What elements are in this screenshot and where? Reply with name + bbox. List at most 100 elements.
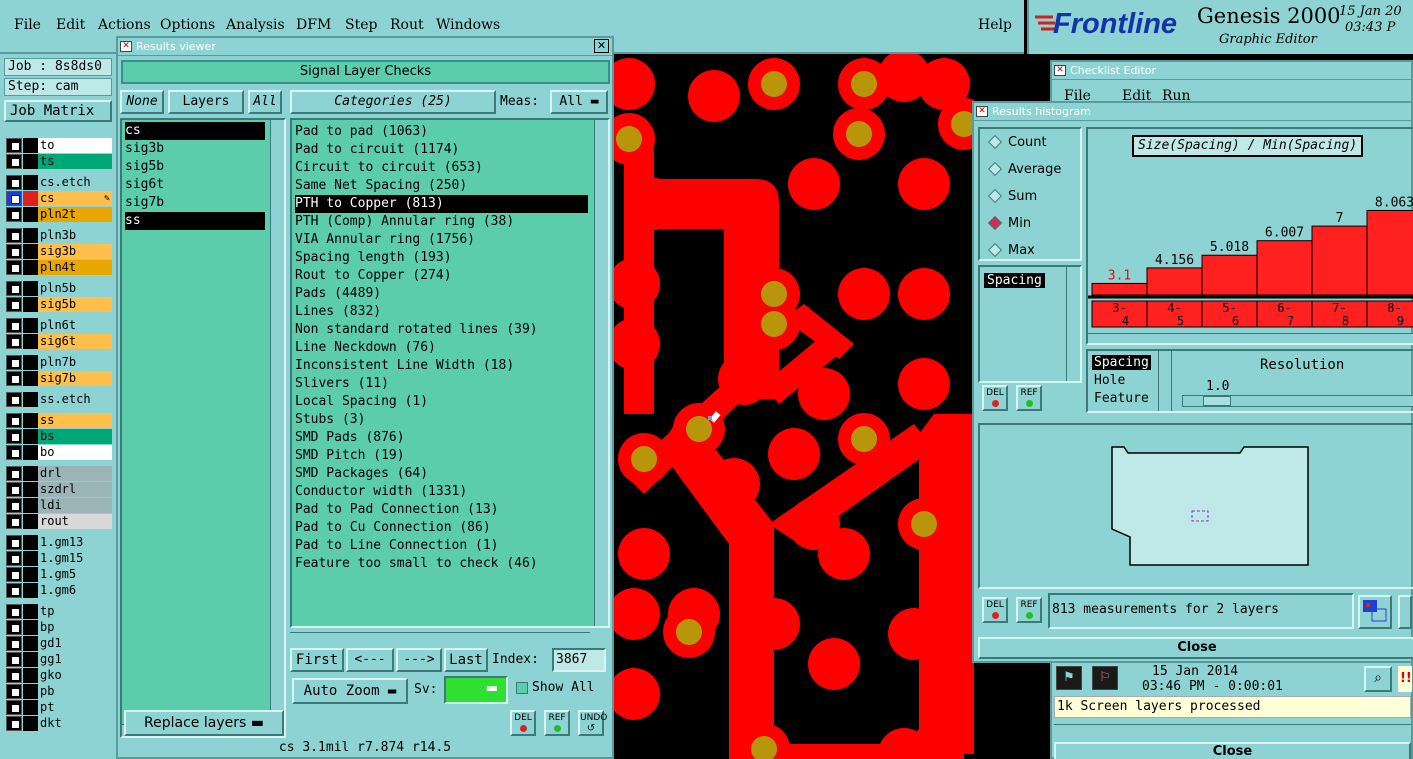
prev-button[interactable]: <--- [346, 648, 394, 672]
results-layer-item[interactable]: sig5b [125, 158, 164, 176]
pcb-pad[interactable] [898, 268, 950, 320]
layers-button[interactable]: Layers [168, 90, 244, 114]
categories-button[interactable]: Categories (25) [290, 90, 496, 114]
mode-radio-max[interactable]: Max [987, 242, 1035, 258]
histogram-list-scrollbar[interactable] [1066, 267, 1080, 381]
category-item[interactable]: Spacing length (193) [295, 249, 452, 267]
layer-row[interactable]: gko [6, 668, 112, 683]
layer-work-checkbox[interactable] [23, 583, 38, 598]
first-button[interactable]: First [290, 648, 344, 672]
checklist-titlebar[interactable]: ✕ Checklist Editor [1052, 62, 1411, 80]
layer-affected-checkbox[interactable] [6, 334, 22, 349]
layer-affected-checkbox[interactable] [6, 668, 22, 683]
severity-color-dropdown[interactable]: ▬ [444, 676, 508, 704]
layer-work-checkbox[interactable] [23, 297, 38, 312]
layer-work-checkbox[interactable] [23, 482, 38, 497]
layer-affected-checkbox[interactable] [6, 583, 22, 598]
layer-affected-checkbox[interactable] [6, 138, 22, 153]
pcb-pad[interactable] [818, 528, 870, 580]
category-item[interactable]: VIA Annular ring (1756) [295, 231, 475, 249]
category-item[interactable]: Local Spacing (1) [295, 393, 428, 411]
layer-work-checkbox[interactable] [23, 604, 38, 619]
category-item[interactable]: Feature too small to check (46) [295, 555, 538, 573]
layer-work-checkbox[interactable] [23, 567, 38, 582]
category-item[interactable]: Pad to pad (1063) [295, 123, 428, 141]
layer-work-checkbox[interactable] [23, 138, 38, 153]
layer-affected-checkbox[interactable] [6, 551, 22, 566]
layer-work-checkbox[interactable] [23, 716, 38, 731]
layer-affected-checkbox[interactable] [6, 260, 22, 275]
close-icon[interactable]: ✕ [594, 39, 609, 53]
category-item[interactable]: Pads (4489) [295, 285, 381, 303]
layer-work-checkbox[interactable] [23, 535, 38, 550]
layer-row[interactable]: bs [6, 429, 112, 444]
histogram-bar[interactable] [1311, 225, 1368, 296]
layer-work-checkbox[interactable] [23, 244, 38, 259]
pcb-pad[interactable] [788, 158, 840, 210]
layer-work-checkbox[interactable] [23, 260, 38, 275]
layer-list-scrollbar[interactable] [270, 120, 284, 722]
categories-list[interactable]: Pad to pad (1063) Pad to circuit (1174) Ci… [290, 118, 610, 628]
category-item[interactable]: PTH to Copper (813) [295, 195, 588, 213]
board-preview[interactable] [978, 423, 1413, 589]
layer-work-checkbox[interactable] [23, 334, 38, 349]
layer-affected-checkbox[interactable] [6, 514, 22, 529]
categories-scrollbar[interactable] [594, 120, 608, 626]
zoom-to-result-icon[interactable] [1358, 595, 1392, 629]
category-item[interactable]: PTH (Comp) Annular ring (38) [295, 213, 514, 231]
category-item[interactable]: Line Neckdown (76) [295, 339, 436, 357]
show-all-checkbox[interactable] [516, 682, 528, 694]
layer-affected-checkbox[interactable] [6, 371, 22, 386]
mode-radio-sum[interactable]: Sum [987, 188, 1037, 204]
menu-actions[interactable]: Actions [98, 17, 151, 33]
layer-row[interactable]: to [6, 138, 112, 153]
layer-row[interactable]: rout [6, 514, 112, 529]
layer-work-checkbox[interactable] [23, 154, 38, 169]
pcb-pad[interactable] [798, 368, 850, 420]
pcb-view[interactable] [614, 54, 974, 759]
menu-file[interactable]: File [14, 17, 41, 33]
layer-affected-checkbox[interactable] [6, 191, 22, 206]
layer-work-checkbox[interactable] [23, 551, 38, 566]
chart-hscrollbar[interactable] [1088, 333, 1413, 343]
layer-row[interactable]: sig7b [6, 371, 112, 386]
category-item[interactable]: Pad to Cu Connection (86) [295, 519, 491, 537]
histogram-bar[interactable] [1201, 254, 1258, 296]
layer-affected-checkbox[interactable] [6, 636, 22, 651]
histogram-close-button[interactable]: Close [978, 637, 1413, 659]
last-button[interactable]: Last [444, 648, 488, 672]
window-menu-icon[interactable]: ✕ [976, 106, 988, 117]
auto-zoom-dropdown[interactable]: Auto Zoom ▬ [292, 678, 408, 704]
layer-work-checkbox[interactable] [23, 281, 38, 296]
layer-affected-checkbox[interactable] [6, 535, 22, 550]
layer-affected-checkbox[interactable] [6, 175, 22, 190]
replace-layers-dropdown[interactable]: Replace layers ▬ [124, 710, 284, 736]
window-menu-icon[interactable]: ✕ [1054, 65, 1066, 76]
layer-work-checkbox[interactable] [23, 175, 38, 190]
layer-affected-checkbox[interactable] [6, 567, 22, 582]
histogram-ref-button[interactable]: REF [1016, 385, 1042, 411]
layer-row[interactable]: pln6t [6, 318, 112, 333]
layer-affected-checkbox[interactable] [6, 318, 22, 333]
checklist-hscrollbar[interactable] [1054, 724, 1411, 736]
layer-affected-checkbox[interactable] [6, 716, 22, 731]
layer-work-checkbox[interactable] [23, 191, 38, 206]
histogram-bar[interactable] [1366, 209, 1413, 296]
all-layers-button[interactable]: All [248, 90, 282, 114]
layer-work-checkbox[interactable] [23, 514, 38, 529]
layer-work-checkbox[interactable] [23, 620, 38, 635]
layer-row[interactable]: pln4t [6, 260, 112, 275]
next-button[interactable]: ---> [396, 648, 442, 672]
none-button[interactable]: None [120, 90, 164, 114]
layer-affected-checkbox[interactable] [6, 429, 22, 444]
type-item[interactable]: Spacing [1092, 355, 1151, 370]
category-item[interactable]: SMD Pitch (19) [295, 447, 405, 465]
layer-affected-checkbox[interactable] [6, 482, 22, 497]
window-menu-icon[interactable]: ✕ [120, 41, 132, 52]
del-button[interactable]: DEL [510, 710, 536, 736]
resolution-slider[interactable] [1182, 395, 1413, 407]
layer-work-checkbox[interactable] [23, 466, 38, 481]
job-matrix-button[interactable]: Job Matrix [4, 100, 112, 122]
layer-affected-checkbox[interactable] [6, 620, 22, 635]
graphic-canvas[interactable] [614, 54, 974, 759]
